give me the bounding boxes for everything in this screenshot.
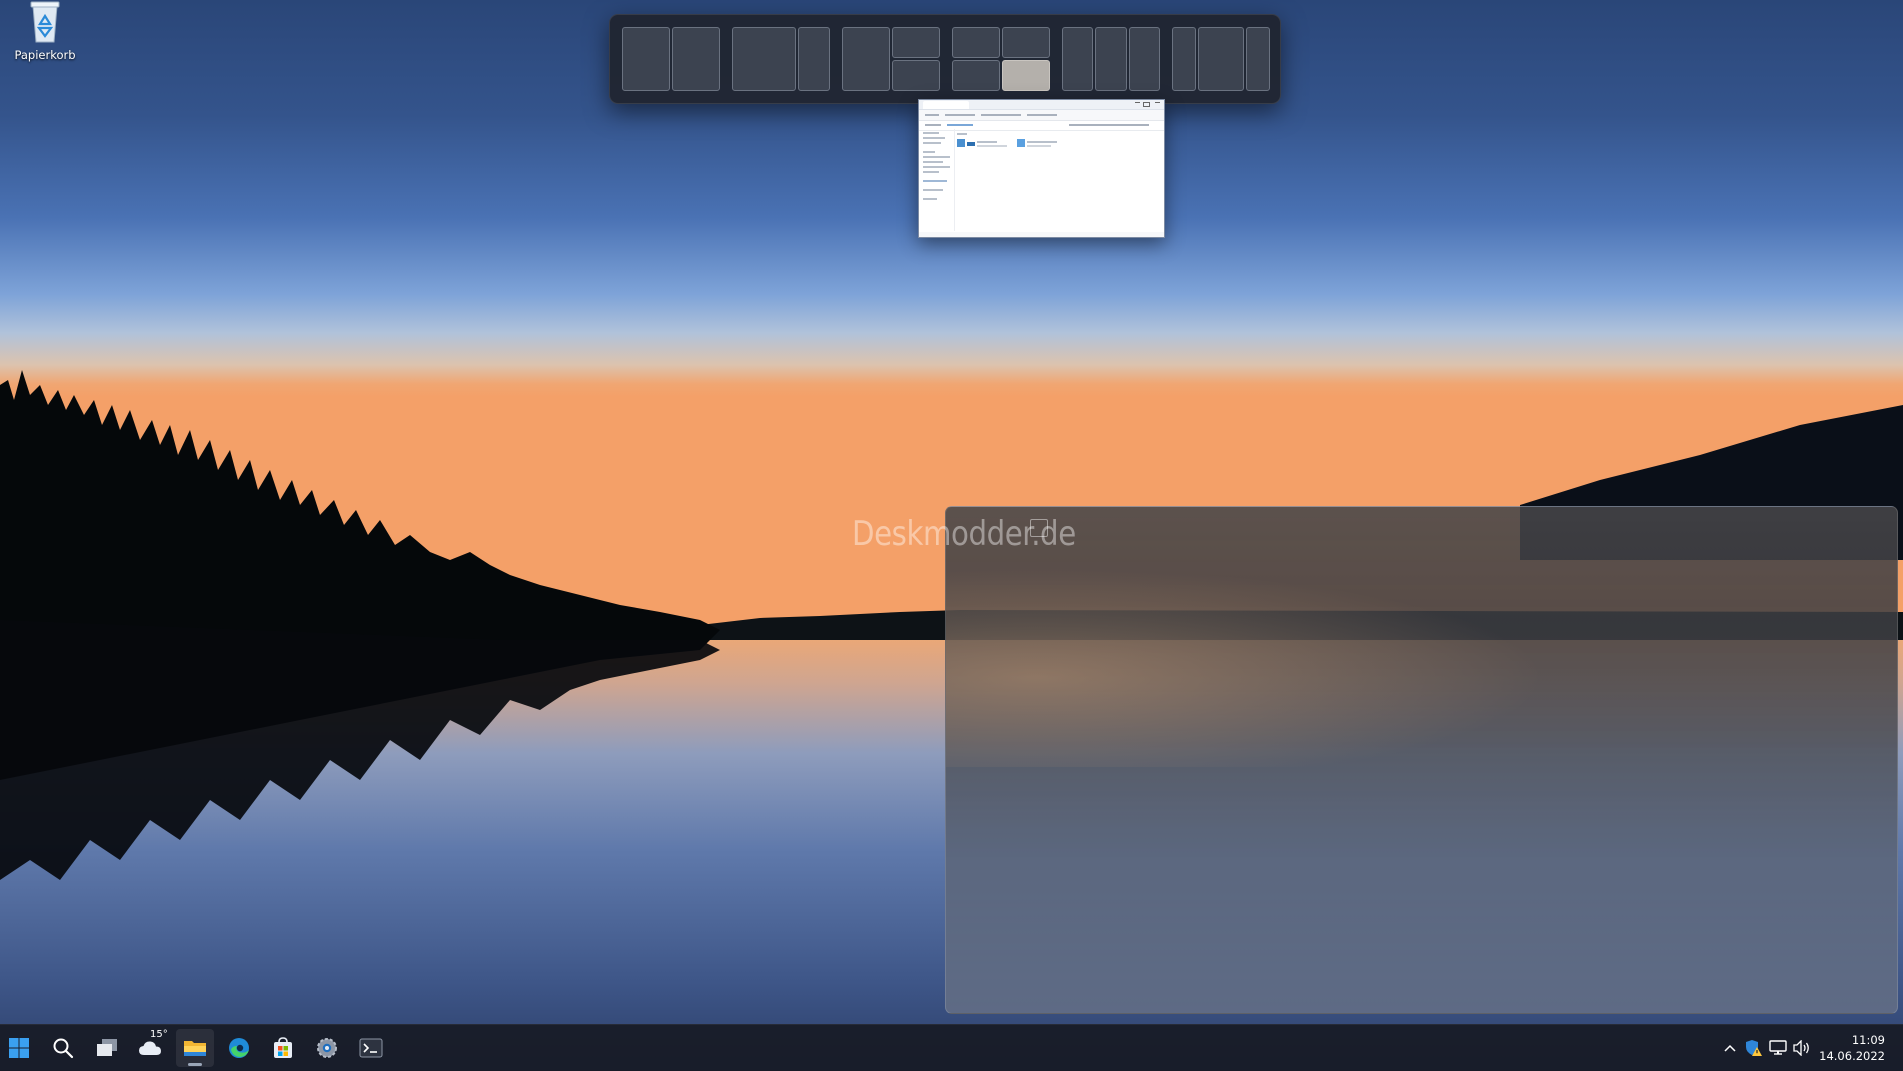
snap-zone[interactable] [842, 27, 890, 91]
close-icon [1155, 102, 1160, 107]
maximize-icon [1143, 102, 1150, 107]
clock-date: 14.06.2022 [1819, 1049, 1885, 1063]
network-icon [1769, 1040, 1787, 1055]
clock-time: 11:09 [1851, 1033, 1885, 1047]
snap-zone[interactable] [1198, 27, 1244, 91]
snap-zone[interactable] [952, 60, 1000, 91]
watermark-logo [1030, 519, 1048, 537]
snap-zone[interactable] [892, 27, 940, 58]
security-tray-button[interactable] [1742, 1033, 1766, 1063]
active-indicator [188, 1063, 202, 1066]
file-explorer-button[interactable] [176, 1029, 214, 1067]
folder-icon [184, 1041, 206, 1056]
network-tray-button[interactable] [1766, 1033, 1790, 1063]
terminal-button[interactable] [352, 1029, 390, 1067]
system-tray [1718, 1025, 1814, 1071]
volume-tray-button[interactable] [1790, 1033, 1814, 1063]
task-view-button[interactable] [88, 1029, 126, 1067]
status-bar [919, 232, 1164, 237]
weather-cloud-icon [139, 1041, 161, 1055]
chevron-up-icon [1724, 1044, 1736, 1052]
window-tab [923, 101, 969, 109]
store-button[interactable] [264, 1029, 302, 1067]
gear-icon [317, 1038, 337, 1058]
snap-zone-highlighted[interactable] [1002, 60, 1050, 91]
edge-browser-icon [229, 1038, 249, 1058]
window-title-bar [919, 100, 1164, 110]
snap-zone[interactable] [1002, 27, 1050, 58]
snap-zone[interactable] [732, 27, 796, 91]
recycle-bin-icon [30, 1, 60, 43]
address-bar [919, 121, 1164, 131]
terminal-icon [359, 1038, 383, 1058]
show-hidden-icons-button[interactable] [1718, 1033, 1742, 1063]
snap-layout-two-columns-wide-left [732, 27, 830, 91]
weather-temperature: 15° [150, 1029, 168, 1040]
navigation-pane [919, 129, 955, 231]
store-bag-icon [274, 1037, 292, 1058]
snap-layout-four-quadrants [952, 27, 1050, 91]
search-button[interactable] [44, 1029, 82, 1067]
snap-layout-three-equal-columns [1062, 27, 1160, 91]
snap-layouts-flyout [609, 14, 1281, 104]
search-icon [53, 1038, 74, 1059]
edge-button[interactable] [220, 1029, 258, 1067]
file-list [957, 133, 1160, 231]
speaker-icon [1793, 1040, 1809, 1056]
snap-zone[interactable] [1172, 27, 1196, 91]
window-toolbar [919, 110, 1164, 121]
snap-zone[interactable] [1129, 27, 1160, 91]
desktop-icon-label: Papierkorb [14, 48, 76, 62]
desktop-icon-recycle-bin[interactable]: Papierkorb [10, 0, 80, 62]
security-warning-icon [1746, 1040, 1762, 1056]
snap-preview-overlay [945, 506, 1898, 1014]
windows-logo-icon [9, 1038, 29, 1058]
snap-zone[interactable] [892, 60, 940, 91]
settings-button[interactable] [308, 1029, 346, 1067]
snap-layout-left-column-right-stacked [842, 27, 940, 91]
start-button[interactable] [0, 1029, 38, 1067]
snap-layout-three-columns-wide-center [1172, 27, 1270, 91]
snap-zone[interactable] [1246, 27, 1270, 91]
snap-zone[interactable] [672, 27, 720, 91]
snap-zone[interactable] [798, 27, 830, 91]
taskbar: 15° 11:09 14.06.2022 [0, 1024, 1903, 1071]
snap-zone[interactable] [1062, 27, 1093, 91]
snap-layout-two-equal-columns [622, 27, 720, 91]
snap-zone[interactable] [1095, 27, 1127, 91]
minimize-icon [1135, 102, 1140, 107]
snap-zone[interactable] [952, 27, 1000, 58]
snap-zone[interactable] [622, 27, 670, 91]
file-explorer-window-thumbnail[interactable] [918, 99, 1165, 238]
task-view-icon [97, 1039, 117, 1056]
taskbar-clock[interactable]: 11:09 14.06.2022 [1819, 1032, 1885, 1064]
